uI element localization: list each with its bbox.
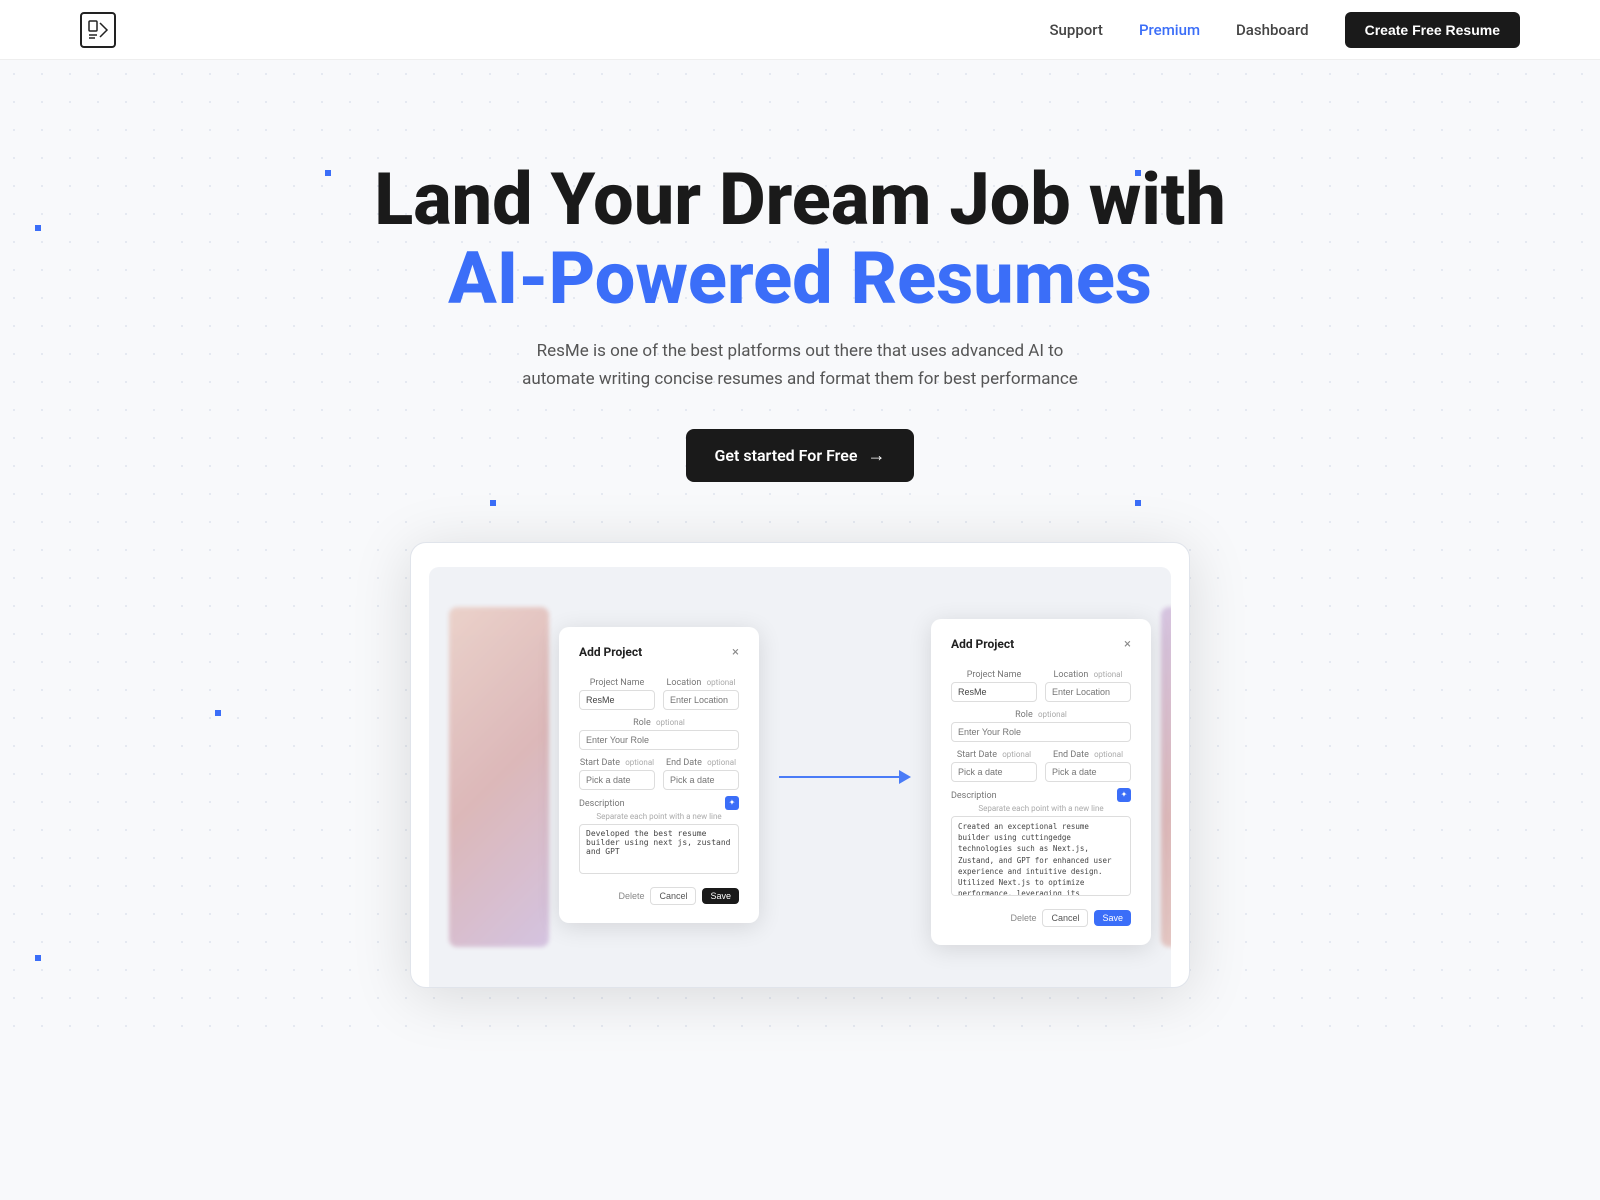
project-name-label-left: Project Name [579, 678, 655, 688]
hero-headline: Land Your Dream Job with AI-Powered Resu… [20, 160, 1580, 318]
navbar: Support Premium Dashboard Create Free Re… [0, 0, 1600, 60]
hero-subtitle: ResMe is one of the best platforms out t… [520, 338, 1080, 392]
modal-left-title: Add Project [579, 645, 642, 659]
ai-enhance-icon-right[interactable]: ✦ [1117, 788, 1131, 802]
side-panel-left [449, 607, 549, 947]
description-label-left: Description ✦ [579, 798, 739, 810]
modal-left-close[interactable]: × [732, 645, 739, 660]
nav-links: Support Premium Dashboard Create Free Re… [1049, 12, 1520, 48]
ai-enhance-icon-left[interactable]: ✦ [725, 796, 739, 810]
modals-area: Add Project × Project Name Location [559, 587, 1151, 967]
cancel-button-right[interactable]: Cancel [1042, 909, 1088, 927]
start-date-label-right: Start Date optional [951, 750, 1037, 760]
preview-frame: Add Project × Project Name Location [410, 542, 1190, 988]
hero-section: Land Your Dream Job with AI-Powered Resu… [0, 60, 1600, 1048]
delete-button-right[interactable]: Delete [1010, 913, 1036, 923]
arrow-between-modals [779, 770, 911, 784]
preview-inner: Add Project × Project Name Location [429, 567, 1171, 987]
arrow-head [899, 770, 911, 784]
hero-cta-button[interactable]: Get started For Free → [686, 429, 913, 482]
location-input-left[interactable] [663, 690, 739, 710]
dot-accent-5 [490, 500, 496, 506]
preview-wrapper: Add Project × Project Name Location [390, 542, 1210, 988]
modal-before: Add Project × Project Name Location [559, 627, 759, 923]
logo[interactable] [80, 12, 116, 48]
description-textarea-right[interactable]: Created an exceptional resume builder us… [951, 816, 1131, 896]
nav-dashboard[interactable]: Dashboard [1236, 21, 1309, 39]
hero-line1: Land Your Dream Job with [374, 157, 1226, 242]
hero-line2: AI-Powered Resumes [20, 239, 1580, 318]
side-panel-right [1161, 607, 1171, 947]
project-name-input-left[interactable] [579, 690, 655, 710]
nav-premium[interactable]: Premium [1139, 21, 1200, 39]
role-input-right[interactable] [951, 722, 1131, 742]
modal-right-title: Add Project [951, 637, 1014, 651]
delete-button-left[interactable]: Delete [618, 891, 644, 901]
end-date-input-left[interactable] [663, 770, 739, 790]
modal-right-close[interactable]: × [1124, 637, 1131, 652]
save-button-right[interactable]: Save [1094, 910, 1131, 926]
role-label-right: Role optional [951, 710, 1131, 720]
role-input-left[interactable] [579, 730, 739, 750]
end-date-label-right: End Date optional [1045, 750, 1131, 760]
description-hint-right: Separate each point with a new line [951, 804, 1131, 813]
project-name-label-right: Project Name [951, 670, 1037, 680]
nav-create-resume-button[interactable]: Create Free Resume [1345, 12, 1520, 48]
description-label-right: Description ✦ [951, 790, 1131, 802]
dot-accent-6 [1135, 500, 1141, 506]
description-textarea-left[interactable]: Developed the best resume builder using … [579, 824, 739, 874]
project-name-input-right[interactable] [951, 682, 1037, 702]
location-label-right: Location optional [1045, 670, 1131, 680]
dot-accent-7 [35, 955, 41, 961]
hero-cta-label: Get started For Free [714, 446, 857, 465]
start-date-label-left: Start Date optional [579, 758, 655, 768]
location-label-left: Location optional [663, 678, 739, 688]
cancel-button-left[interactable]: Cancel [650, 887, 696, 905]
arrow-icon: → [868, 445, 886, 466]
arrow-shaft [779, 776, 899, 778]
nav-support[interactable]: Support [1049, 21, 1102, 39]
end-date-label-left: End Date optional [663, 758, 739, 768]
description-hint-left: Separate each point with a new line [579, 812, 739, 821]
start-date-input-left[interactable] [579, 770, 655, 790]
location-input-right[interactable] [1045, 682, 1131, 702]
dot-accent-8 [215, 710, 221, 716]
end-date-input-right[interactable] [1045, 762, 1131, 782]
save-button-left[interactable]: Save [702, 888, 739, 904]
start-date-input-right[interactable] [951, 762, 1037, 782]
modal-after: Add Project × Project Name Location [931, 619, 1151, 945]
role-label-left: Role optional [579, 718, 739, 728]
